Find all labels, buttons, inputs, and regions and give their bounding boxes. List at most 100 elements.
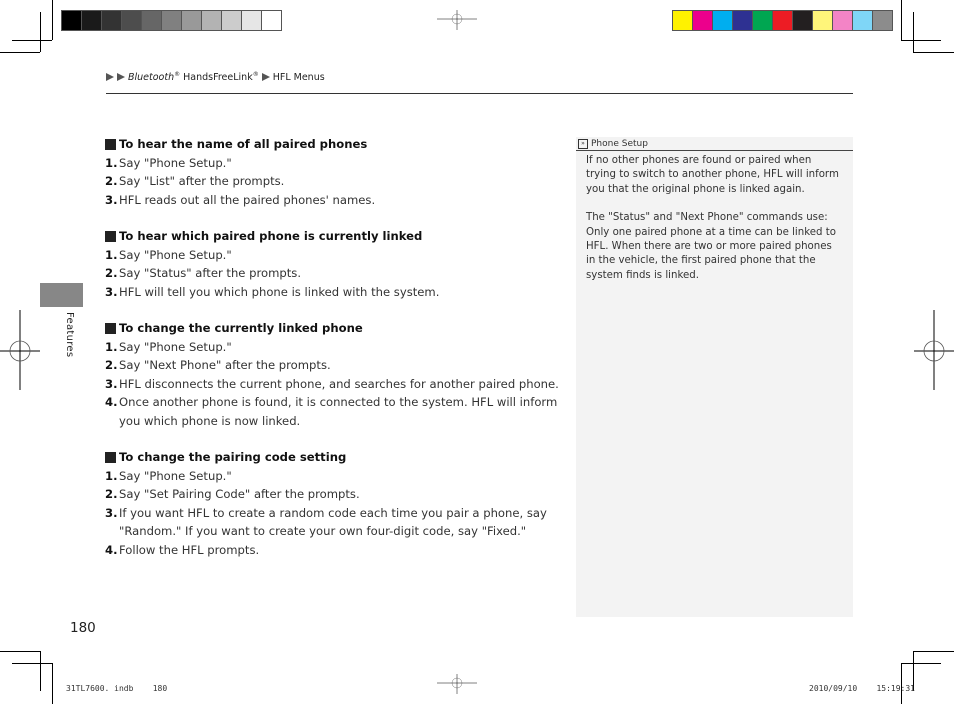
crop-mark xyxy=(0,651,40,652)
grayscale-color-bar xyxy=(61,10,282,31)
instruction-section: To hear which paired phone is currently … xyxy=(105,227,565,301)
step-text: Say "Phone Setup." xyxy=(119,339,232,354)
page-number: 180 xyxy=(70,620,96,636)
registration-mark-left xyxy=(0,310,40,390)
step-number: 3. xyxy=(105,284,118,299)
chapter-tab xyxy=(40,283,83,307)
step-number: 2. xyxy=(105,358,118,372)
process-color-swatch xyxy=(753,11,772,30)
registration-mark-top xyxy=(437,10,477,30)
grayscale-swatch xyxy=(202,11,221,30)
grayscale-swatch xyxy=(82,11,101,30)
step-number: 1. xyxy=(105,247,118,262)
square-bullet-icon xyxy=(105,451,116,463)
step-number: 4. xyxy=(105,395,118,409)
section-heading: To change the currently linked phone xyxy=(105,319,565,338)
step-text: Say "Phone Setup." xyxy=(119,155,232,170)
step-text: Say "Phone Setup." xyxy=(119,247,232,262)
side-note-header: » Phone Setup xyxy=(576,137,853,151)
crop-mark xyxy=(40,651,41,691)
step-number: 4. xyxy=(105,542,118,557)
step-item: 3. HFL reads out all the paired phones' n… xyxy=(105,191,565,210)
step-number: 3. xyxy=(105,505,118,520)
step-item: 1. Say "Phone Setup." xyxy=(105,154,565,173)
grayscale-swatch xyxy=(242,11,261,30)
section-title: To hear the name of all paired phones xyxy=(119,137,368,151)
grayscale-swatch xyxy=(182,11,201,30)
process-color-swatch xyxy=(773,11,792,30)
crop-mark xyxy=(913,52,954,53)
crop-mark xyxy=(901,663,941,664)
step-item: 4. Follow the HFL prompts. xyxy=(105,541,565,560)
breadcrumb-item-hfl-menus: HFL Menus xyxy=(272,71,325,83)
side-note-paragraph: The "Status" and "Next Phone" commands u… xyxy=(586,212,836,281)
step-item: 3. If you want HFL to create a random cod… xyxy=(105,504,565,541)
process-color-bar xyxy=(672,10,893,31)
breadcrumb-arrow-icon xyxy=(106,73,114,82)
breadcrumb-item-bluetooth: Bluetooth® xyxy=(128,71,181,84)
step-item: 4. Once another phone is found, it is con… xyxy=(105,393,565,430)
step-number: 1. xyxy=(105,155,118,170)
step-item: 2. Say "Set Pairing Code" after the promp… xyxy=(105,485,565,504)
process-color-swatch xyxy=(873,11,892,30)
process-color-swatch xyxy=(733,11,752,30)
step-item: 2. Say "Next Phone" after the prompts. xyxy=(105,356,565,375)
process-color-swatch xyxy=(853,11,872,30)
step-text: HFL will tell you which phone is linked … xyxy=(119,284,440,299)
side-note: » Phone Setup If no other phones are fou… xyxy=(576,137,853,617)
step-number: 2. xyxy=(105,487,118,501)
grayscale-swatch xyxy=(62,11,81,30)
step-item: 3. HFL will tell you which phone is linke… xyxy=(105,283,565,302)
step-item: 2. Say "List" after the prompts. xyxy=(105,172,565,191)
process-color-swatch xyxy=(693,11,712,30)
step-text: Say "List" after the prompts. xyxy=(119,174,285,188)
crop-mark xyxy=(0,52,40,53)
section-heading: To hear the name of all paired phones xyxy=(105,135,565,154)
crop-mark xyxy=(52,0,53,40)
main-content: To hear the name of all paired phones 1. S… xyxy=(105,135,565,577)
step-number: 1. xyxy=(105,339,118,354)
step-number: 3. xyxy=(105,376,118,391)
cross-reference-icon: » xyxy=(578,138,588,149)
crop-mark xyxy=(901,40,941,41)
grayscale-swatch xyxy=(142,11,161,30)
step-item: 2. Say "Status" after the prompts. xyxy=(105,264,565,283)
breadcrumb-arrow-icon xyxy=(117,73,125,82)
section-heading: To hear which paired phone is currently … xyxy=(105,227,565,246)
footer-timestamp: 2010/09/10 15:19:31 xyxy=(809,684,915,693)
crop-mark xyxy=(913,651,954,652)
process-color-swatch xyxy=(793,11,812,30)
step-text: Say "Status" after the prompts. xyxy=(119,266,302,280)
square-bullet-icon xyxy=(105,138,116,150)
crop-mark xyxy=(12,663,52,664)
registration-mark-right xyxy=(914,310,954,390)
section-title: To change the currently linked phone xyxy=(119,321,363,335)
step-number: 3. xyxy=(105,192,118,207)
step-number: 2. xyxy=(105,266,118,280)
square-bullet-icon xyxy=(105,230,116,242)
step-number: 1. xyxy=(105,468,118,483)
grayscale-swatch xyxy=(222,11,241,30)
step-text: If you want HFL to create a random code … xyxy=(119,505,547,539)
grayscale-swatch xyxy=(122,11,141,30)
side-note-body: If no other phones are found or paired w… xyxy=(586,154,844,297)
header-rule xyxy=(106,93,853,94)
step-item: 3. HFL disconnects the current phone, and… xyxy=(105,375,565,394)
breadcrumb: Bluetooth® HandsFreeLink® HFL Menus xyxy=(106,71,325,83)
chapter-label: Features xyxy=(64,312,75,358)
crop-mark xyxy=(913,12,914,52)
step-text: Once another phone is found, it is conne… xyxy=(119,395,558,428)
side-note-paragraph: If no other phones are found or paired w… xyxy=(586,155,839,195)
step-item: 1. Say "Phone Setup." xyxy=(105,246,565,265)
crop-mark xyxy=(901,0,902,40)
crop-mark xyxy=(52,663,53,704)
crop-mark xyxy=(12,40,52,41)
step-item: 1. Say "Phone Setup." xyxy=(105,467,565,486)
step-text: Say "Phone Setup." xyxy=(119,468,232,483)
process-color-swatch xyxy=(833,11,852,30)
breadcrumb-item-handsfreelink: HandsFreeLink® xyxy=(183,71,259,84)
instruction-section: To change the currently linked phone 1. Sa… xyxy=(105,319,565,430)
process-color-swatch xyxy=(673,11,692,30)
step-text: HFL disconnects the current phone, and s… xyxy=(119,376,559,391)
crop-mark xyxy=(40,12,41,52)
